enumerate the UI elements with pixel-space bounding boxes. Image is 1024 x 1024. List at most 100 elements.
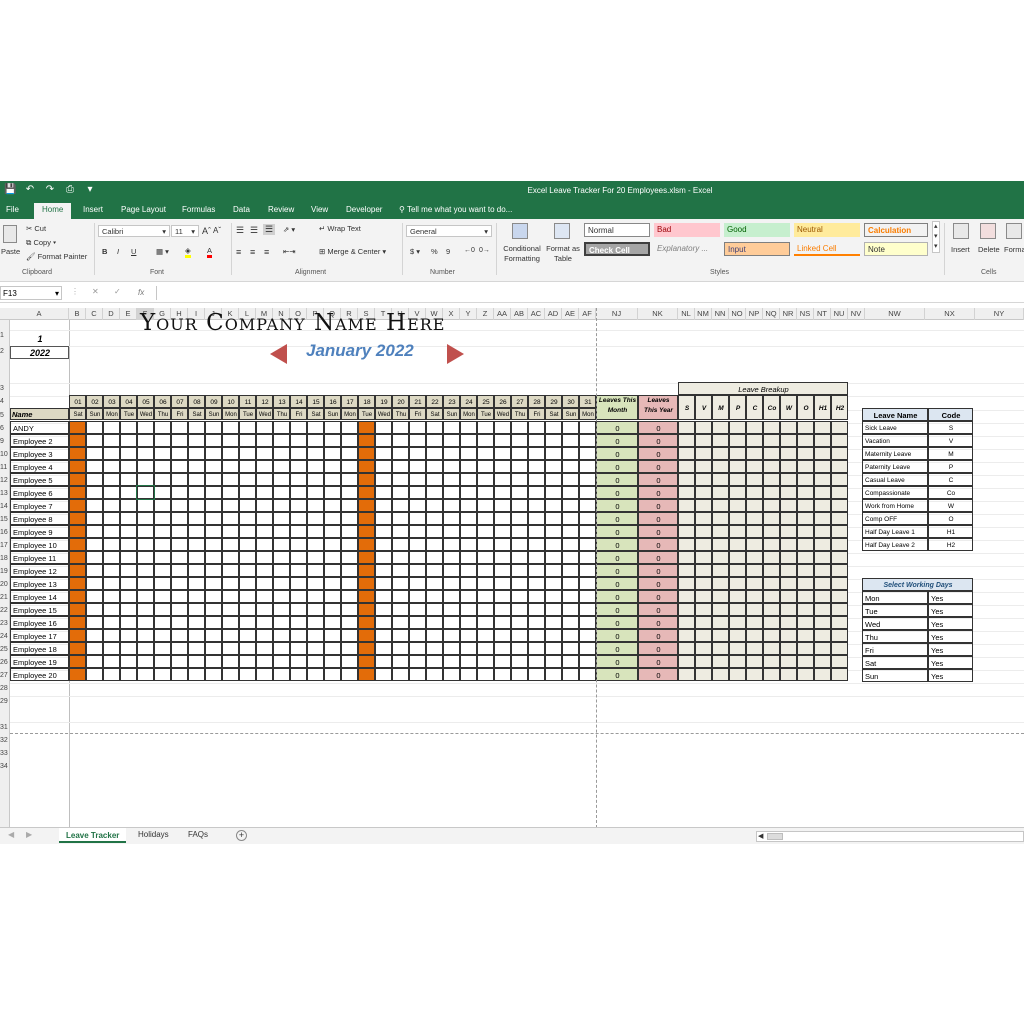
attendance-cell[interactable]: [69, 538, 86, 551]
attendance-cell[interactable]: [324, 551, 341, 564]
attendance-cell[interactable]: [137, 629, 154, 642]
attendance-cell[interactable]: [562, 564, 579, 577]
attendance-cell[interactable]: [443, 434, 460, 447]
attendance-cell[interactable]: [358, 616, 375, 629]
attendance-cell[interactable]: [69, 564, 86, 577]
attendance-cell[interactable]: [426, 668, 443, 681]
attendance-cell[interactable]: [69, 603, 86, 616]
attendance-cell[interactable]: [103, 499, 120, 512]
attendance-cell[interactable]: [443, 499, 460, 512]
increase-decimal-icon[interactable]: ←0: [464, 247, 475, 254]
leave-name-cell[interactable]: Paternity Leave: [862, 460, 928, 473]
attendance-cell[interactable]: [103, 564, 120, 577]
attendance-cell[interactable]: [256, 434, 273, 447]
attendance-cell[interactable]: [273, 434, 290, 447]
attendance-cell[interactable]: [154, 668, 171, 681]
attendance-cell[interactable]: [375, 655, 392, 668]
employee-name-cell[interactable]: Employee 5: [10, 473, 69, 486]
attendance-cell[interactable]: [103, 655, 120, 668]
leave-name-cell[interactable]: Half Day Leave 1: [862, 525, 928, 538]
year-cell[interactable]: 2022: [10, 346, 69, 359]
attendance-cell[interactable]: [358, 655, 375, 668]
increase-font-icon[interactable]: Aˆ: [202, 226, 211, 236]
paste-button[interactable]: Paste: [1, 247, 20, 256]
attendance-cell[interactable]: [324, 655, 341, 668]
attendance-cell[interactable]: [273, 486, 290, 499]
attendance-cell[interactable]: [188, 421, 205, 434]
attendance-cell[interactable]: [273, 551, 290, 564]
attendance-cell[interactable]: [205, 538, 222, 551]
attendance-cell[interactable]: [528, 525, 545, 538]
attendance-cell[interactable]: [103, 486, 120, 499]
attendance-cell[interactable]: [409, 460, 426, 473]
attendance-cell[interactable]: [273, 668, 290, 681]
attendance-cell[interactable]: [494, 473, 511, 486]
leave-name-cell[interactable]: Compassionate: [862, 486, 928, 499]
attendance-cell[interactable]: [443, 655, 460, 668]
attendance-cell[interactable]: [545, 668, 562, 681]
column-header[interactable]: NX: [925, 308, 975, 320]
attendance-cell[interactable]: [426, 447, 443, 460]
attendance-cell[interactable]: [120, 447, 137, 460]
attendance-cell[interactable]: [69, 668, 86, 681]
attendance-cell[interactable]: [494, 486, 511, 499]
attendance-cell[interactable]: [341, 473, 358, 486]
attendance-cell[interactable]: [120, 603, 137, 616]
attendance-cell[interactable]: [154, 655, 171, 668]
leave-code-cell[interactable]: O: [928, 512, 973, 525]
attendance-cell[interactable]: [409, 603, 426, 616]
attendance-cell[interactable]: [511, 551, 528, 564]
attendance-cell[interactable]: [477, 590, 494, 603]
attendance-cell[interactable]: [460, 421, 477, 434]
employee-name-cell[interactable]: Employee 18: [10, 642, 69, 655]
row-header[interactable]: 6: [0, 425, 10, 437]
attendance-cell[interactable]: [579, 655, 596, 668]
attendance-cell[interactable]: [392, 668, 409, 681]
attendance-cell[interactable]: [205, 447, 222, 460]
attendance-cell[interactable]: [324, 486, 341, 499]
attendance-cell[interactable]: [171, 499, 188, 512]
attendance-cell[interactable]: [256, 629, 273, 642]
employee-name-cell[interactable]: Employee 11: [10, 551, 69, 564]
attendance-cell[interactable]: [120, 616, 137, 629]
attendance-cell[interactable]: [137, 668, 154, 681]
attendance-cell[interactable]: [579, 616, 596, 629]
row-header[interactable]: 2: [0, 348, 10, 360]
attendance-cell[interactable]: [103, 525, 120, 538]
attendance-cell[interactable]: [477, 512, 494, 525]
attendance-cell[interactable]: [392, 421, 409, 434]
underline-button[interactable]: U: [131, 247, 136, 256]
attendance-cell[interactable]: [120, 434, 137, 447]
attendance-cell[interactable]: [511, 590, 528, 603]
attendance-cell[interactable]: [256, 590, 273, 603]
column-header[interactable]: Z: [477, 308, 494, 320]
attendance-cell[interactable]: [273, 421, 290, 434]
attendance-cell[interactable]: [511, 564, 528, 577]
working-day-select[interactable]: Yes: [928, 591, 973, 604]
column-header[interactable]: NJ: [596, 308, 638, 320]
attendance-cell[interactable]: [426, 486, 443, 499]
attendance-cell[interactable]: [511, 603, 528, 616]
attendance-cell[interactable]: [409, 564, 426, 577]
attendance-cell[interactable]: [273, 655, 290, 668]
attendance-cell[interactable]: [341, 447, 358, 460]
previous-month-arrow-icon[interactable]: [270, 344, 287, 364]
attendance-cell[interactable]: [528, 421, 545, 434]
attendance-cell[interactable]: [562, 616, 579, 629]
format-as-table-icon[interactable]: [554, 223, 570, 239]
attendance-cell[interactable]: [341, 525, 358, 538]
attendance-cell[interactable]: [188, 642, 205, 655]
attendance-cell[interactable]: [545, 447, 562, 460]
attendance-cell[interactable]: [494, 590, 511, 603]
attendance-cell[interactable]: [188, 460, 205, 473]
attendance-cell[interactable]: [69, 525, 86, 538]
style-linked-cell[interactable]: Linked Cell: [794, 242, 860, 256]
attendance-cell[interactable]: [324, 603, 341, 616]
attendance-cell[interactable]: [528, 603, 545, 616]
attendance-cell[interactable]: [69, 590, 86, 603]
leave-code-cell[interactable]: P: [928, 460, 973, 473]
attendance-cell[interactable]: [460, 434, 477, 447]
attendance-cell[interactable]: [545, 603, 562, 616]
attendance-cell[interactable]: [239, 590, 256, 603]
style-neutral[interactable]: Neutral: [794, 223, 860, 237]
